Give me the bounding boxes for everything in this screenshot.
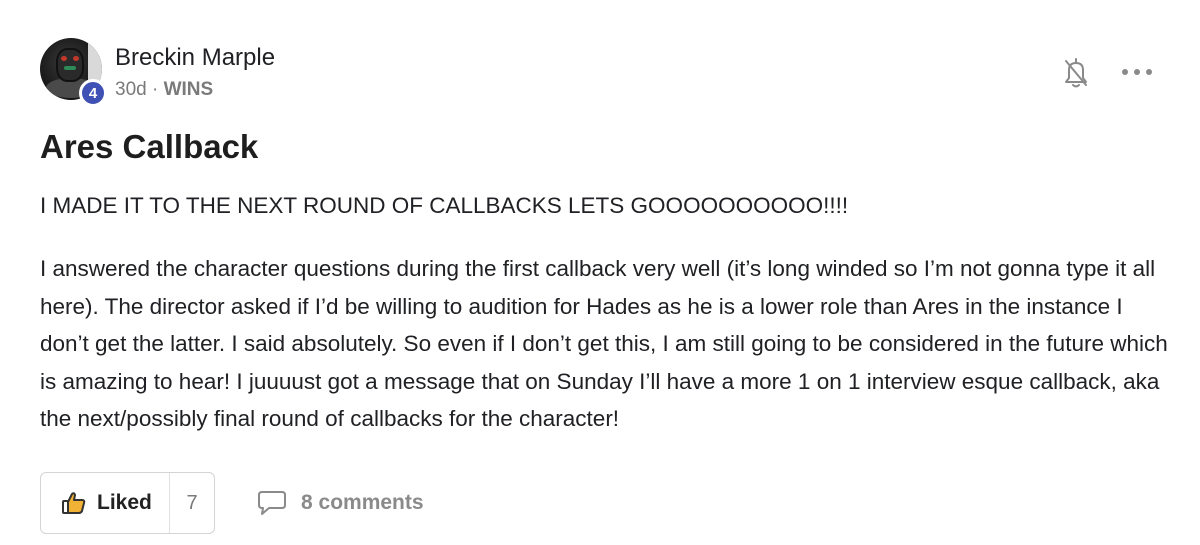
author-name[interactable]: Breckin Marple	[115, 44, 275, 72]
post-title[interactable]: Ares Callback	[40, 128, 258, 166]
post-lead: I MADE IT TO THE NEXT ROUND OF CALLBACKS…	[40, 193, 849, 218]
author-avatar[interactable]: 4	[40, 38, 107, 107]
meta-separator: ·	[151, 79, 159, 100]
post-category[interactable]: WINS	[164, 79, 214, 100]
post-age: 30d	[115, 79, 147, 100]
like-label: Liked	[97, 491, 152, 514]
like-count[interactable]: 7	[170, 492, 214, 515]
bell-off-icon[interactable]	[1063, 56, 1089, 90]
post-card: 4 Breckin Marple 30d · WINS Ares Callbac…	[0, 0, 1200, 545]
comments-button[interactable]: 8 comments	[257, 487, 424, 519]
comment-icon	[258, 491, 286, 515]
like-button[interactable]: Liked 7	[40, 472, 215, 534]
comments-label: 8 comments	[301, 491, 424, 514]
like-toggle[interactable]: Liked	[41, 473, 169, 533]
post-meta: 30d · WINS	[115, 79, 213, 101]
thumbs-up-icon	[62, 492, 86, 514]
post-body: I answered the character questions durin…	[40, 256, 1168, 431]
post-header: 4 Breckin Marple 30d · WINS	[40, 38, 1160, 107]
more-horizontal-icon[interactable]	[1122, 60, 1152, 84]
level-badge: 4	[79, 79, 107, 107]
